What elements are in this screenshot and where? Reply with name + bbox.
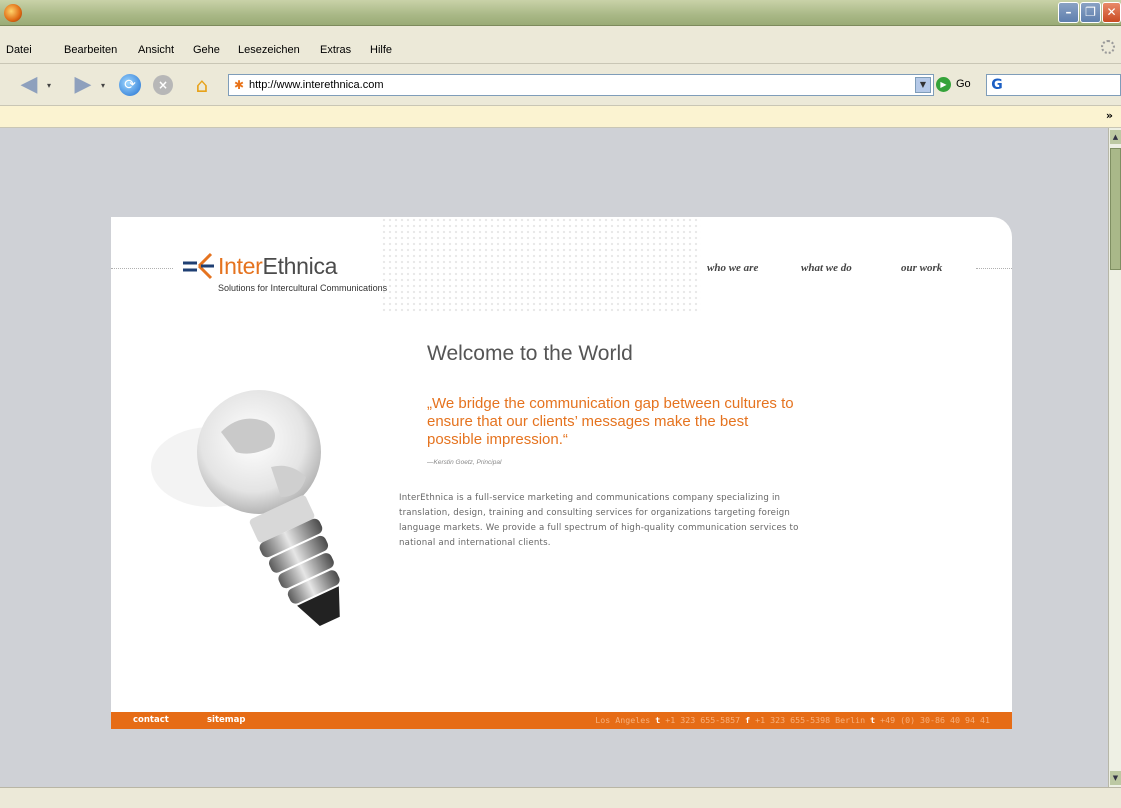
- forward-arrow-icon: ▶: [74, 72, 92, 97]
- footer-berlin-city: Berlin: [835, 715, 866, 725]
- stop-icon: ×: [153, 75, 173, 95]
- footer-la-fax: +1 323 655-5398: [755, 715, 831, 725]
- throbber-icon: [1101, 40, 1115, 54]
- scroll-up-arrow-icon[interactable]: ▲: [1110, 130, 1121, 144]
- menu-bearbeiten[interactable]: Bearbeiten: [64, 44, 117, 56]
- vertical-scrollbar[interactable]: ▲ ▼: [1108, 128, 1121, 787]
- globe-light-bulb-image: [151, 390, 340, 627]
- url-history-dropdown[interactable]: ▼: [915, 77, 931, 93]
- status-bar: [0, 787, 1121, 808]
- menu-extras[interactable]: Extras: [320, 44, 351, 56]
- scroll-thumb[interactable]: [1110, 148, 1121, 270]
- go-icon[interactable]: ▶: [936, 77, 951, 92]
- footer-berlin-t-label: t: [870, 715, 876, 725]
- go-button[interactable]: Go: [956, 78, 971, 90]
- hero-quote: „We bridge the communication gap between…: [427, 395, 794, 448]
- interethnica-logo-icon: [183, 252, 214, 280]
- footer-berlin-phone: +49 (0) 30-86 40 94 41: [880, 715, 990, 725]
- site-footer: contact sitemap Los Angeles t +1 323 655…: [111, 712, 1012, 729]
- nav-our-work[interactable]: our work: [901, 262, 942, 274]
- footer-link-sitemap[interactable]: sitemap: [207, 715, 245, 725]
- logo-ethnica: Ethnica: [262, 253, 338, 279]
- footer-contact-info: Los Angeles t +1 323 655-5857 f +1 323 6…: [595, 715, 990, 725]
- nav-who-we-are[interactable]: who we are: [707, 262, 758, 274]
- menu-lesezeichen[interactable]: Lesezeichen: [238, 44, 300, 56]
- stop-button[interactable]: ×: [152, 74, 174, 96]
- page-heading: Welcome to the World: [427, 342, 633, 365]
- site-favicon-icon: ✱: [233, 78, 245, 92]
- menu-bar: Datei Bearbeiten Ansicht Gehe Lesezeiche…: [0, 26, 1121, 64]
- website-page: InterEthnica Solutions for Intercultural…: [111, 217, 1012, 729]
- reload-icon: ⟳: [119, 74, 141, 96]
- logo-inter: Inter: [218, 253, 263, 279]
- dotted-rule: [976, 268, 1012, 269]
- firefox-icon: [4, 4, 22, 22]
- menu-datei[interactable]: Datei: [6, 44, 32, 56]
- footer-la-phone: +1 323 655-5857: [665, 715, 741, 725]
- back-dropdown[interactable]: ▾: [44, 74, 54, 96]
- intro-paragraph: InterEthnica is a full-service marketing…: [399, 493, 799, 548]
- dropdown-icon: ▾: [100, 80, 105, 90]
- bookmarks-toolbar: »: [0, 106, 1121, 128]
- nav-what-we-do[interactable]: what we do: [801, 262, 852, 274]
- back-arrow-icon: ◀: [20, 72, 38, 97]
- bookmarks-overflow-chevron[interactable]: »: [1106, 109, 1113, 122]
- menu-gehe[interactable]: Gehe: [193, 44, 220, 56]
- maximize-button[interactable]: ❐: [1080, 2, 1101, 23]
- logo-tagline: Solutions for Intercultural Communicatio…: [218, 283, 388, 293]
- close-button[interactable]: ✕: [1102, 2, 1121, 23]
- quote-author: —Kerstin Goetz, Principal: [427, 459, 502, 466]
- google-search-icon[interactable]: G: [987, 77, 1007, 93]
- logo-wordmark[interactable]: InterEthnica: [218, 253, 337, 280]
- url-text[interactable]: http://www.interethnica.com: [249, 79, 384, 91]
- title-bar: – ❐ ✕: [0, 0, 1121, 26]
- forward-dropdown[interactable]: ▾: [98, 74, 108, 96]
- home-button[interactable]: ⌂: [190, 74, 214, 96]
- reload-button[interactable]: ⟳: [118, 74, 142, 96]
- back-button[interactable]: ◀: [16, 74, 42, 96]
- footer-la-t-label: t: [655, 715, 661, 725]
- dropdown-icon: ▾: [46, 80, 51, 90]
- footer-link-contact[interactable]: contact: [133, 715, 169, 725]
- scroll-down-arrow-icon[interactable]: ▼: [1110, 771, 1121, 785]
- forward-button[interactable]: ▶: [70, 74, 96, 96]
- search-box[interactable]: G: [986, 74, 1121, 96]
- footer-la-f-label: f: [745, 715, 751, 725]
- address-bar[interactable]: ✱ http://www.interethnica.com: [228, 74, 934, 96]
- menu-ansicht[interactable]: Ansicht: [138, 44, 174, 56]
- menu-hilfe[interactable]: Hilfe: [370, 44, 392, 56]
- dotted-world-map: [381, 217, 701, 312]
- home-icon: ⌂: [195, 73, 209, 97]
- dotted-rule: [111, 268, 173, 269]
- navigation-toolbar: ◀ ▾ ▶ ▾ ⟳ × ⌂ ✱ http://www.interethnica.…: [0, 64, 1121, 106]
- footer-la-city: Los Angeles: [595, 715, 651, 725]
- minimize-button[interactable]: –: [1058, 2, 1079, 23]
